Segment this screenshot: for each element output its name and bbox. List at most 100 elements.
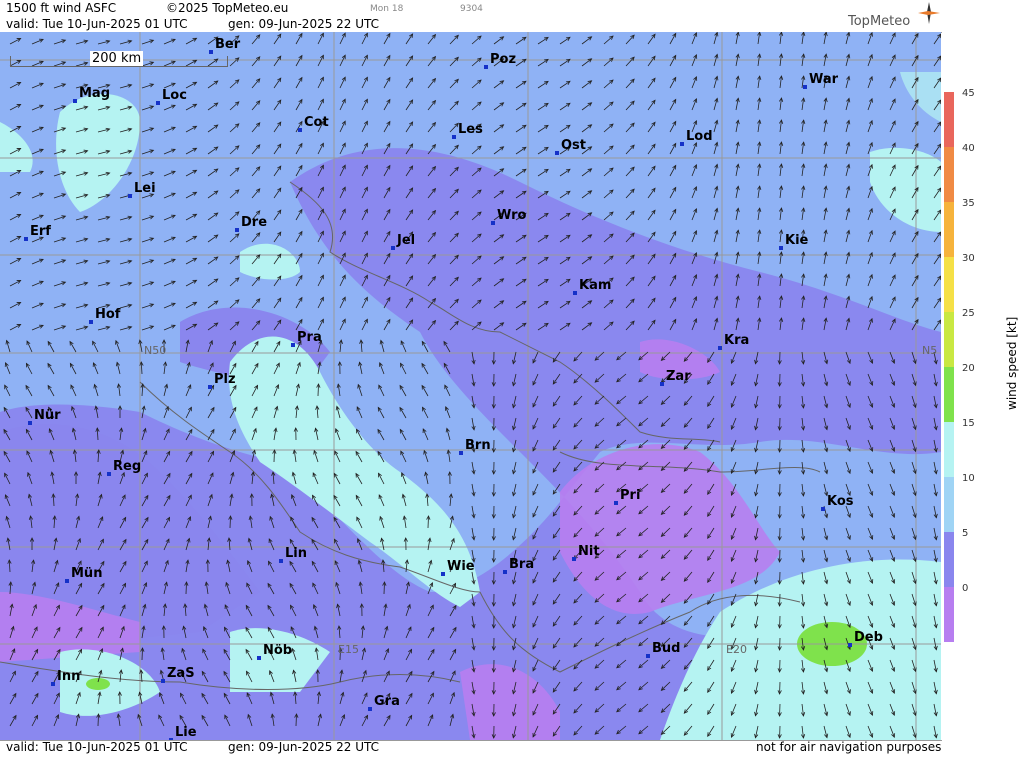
city-kra: Kra — [724, 333, 749, 348]
wind-arrow — [595, 682, 604, 690]
legend-swatch — [944, 257, 954, 312]
legend-tick-label: 20 — [962, 363, 975, 374]
wind-arrow — [639, 704, 648, 712]
wind-arrow — [595, 638, 604, 646]
disclaimer: not for air navigation purposes — [756, 740, 941, 754]
city-mun: Mün — [71, 566, 102, 581]
wind-arrow — [406, 276, 413, 286]
wind-arrow — [639, 418, 648, 426]
wind-arrow — [708, 726, 714, 736]
wind-arrow — [684, 572, 692, 581]
wind-arrow — [230, 212, 239, 220]
city-lie: Lie — [175, 725, 197, 740]
wind-arrow — [450, 211, 458, 220]
wind-arrow — [472, 322, 481, 330]
wind-arrow — [406, 56, 413, 66]
wind-arrow — [472, 212, 481, 220]
scale-bar-label: 200 km — [90, 51, 143, 66]
wind-arrow — [708, 572, 714, 582]
wind-arrow — [595, 704, 604, 712]
city-deb: Deb — [854, 630, 883, 645]
wind-arrow — [230, 300, 239, 308]
wind-arrow — [252, 145, 260, 154]
wind-arrow — [684, 682, 692, 691]
city-kos: Kos — [827, 494, 854, 509]
wind-arrow — [538, 147, 548, 154]
wind-arrow — [538, 37, 548, 44]
city-pra: Pra — [297, 330, 322, 345]
legend-title: wind speed [kt] — [1005, 250, 1019, 410]
legend-tick-label: 25 — [962, 308, 975, 319]
wind-arrow — [538, 213, 548, 220]
city-plz: Plz — [214, 372, 236, 387]
city-zar: Zar — [666, 369, 691, 384]
wind-arrow — [472, 36, 481, 44]
legend-colorbar: 454035302520151050 — [942, 0, 1033, 754]
wind-arrow — [595, 352, 604, 360]
wind-arrow — [617, 638, 626, 646]
wind-arrow — [604, 124, 613, 132]
wind-arrow — [617, 418, 626, 426]
wind-arrow — [708, 550, 714, 560]
wind-arrow — [708, 682, 714, 692]
legend-tick-label: 35 — [962, 198, 975, 209]
city-wro: Wro — [497, 208, 526, 223]
legend-tick-label: 5 — [962, 528, 968, 539]
wind-arrow — [472, 190, 481, 198]
wind-arrow — [406, 144, 413, 154]
wind-arrow — [617, 528, 626, 536]
wind-arrow — [604, 212, 613, 220]
wind-arrow — [617, 594, 626, 602]
wind-arrow — [684, 418, 692, 427]
wind-arrow — [604, 80, 613, 88]
wind-arrow — [604, 168, 613, 176]
wind-arrow — [617, 704, 626, 712]
wind-arrow — [595, 660, 604, 668]
wind-arrow — [604, 256, 613, 264]
wind-arrow — [472, 234, 481, 242]
wind-arrow — [230, 102, 239, 110]
footer-valid: valid: Tue 10-Jun-2025 01 UTC — [6, 740, 187, 754]
city-zas: ZaS — [167, 666, 195, 681]
wind-arrow — [230, 516, 231, 528]
wind-arrow — [230, 256, 239, 264]
wind-arrow — [639, 594, 648, 602]
wind-arrow — [661, 594, 670, 602]
wind-arrow — [318, 384, 319, 396]
wind-arrow — [708, 352, 714, 362]
compass-logo-icon — [918, 2, 940, 24]
wind-arrow — [708, 484, 714, 494]
wind-arrow — [574, 638, 582, 647]
wind-arrow — [626, 189, 634, 198]
wind-arrow — [617, 616, 626, 624]
city-nit: Nit — [578, 544, 600, 559]
wind-arrow — [684, 550, 692, 559]
city-lei: Lei — [134, 181, 156, 196]
city-war: War — [809, 72, 838, 87]
wind-arrow — [708, 440, 714, 450]
wind-arrow — [252, 189, 260, 198]
wind-arrow — [472, 80, 481, 88]
legend-swatch — [944, 587, 954, 642]
wind-arrow — [538, 81, 548, 88]
wind-arrow — [639, 462, 648, 470]
grid-label-n50-right: N5 — [922, 344, 937, 357]
wind-arrow — [661, 616, 670, 624]
wind-arrow — [406, 188, 413, 198]
wind-arrow — [617, 396, 626, 404]
wind-arrow — [252, 167, 260, 176]
wind-arrow — [406, 298, 413, 308]
wind-arrow — [472, 58, 481, 66]
city-pri: Pri — [620, 488, 640, 503]
wind-arrow — [406, 166, 413, 176]
wind-arrow — [708, 374, 714, 384]
wind-arrow — [252, 255, 260, 264]
wind-arrow — [595, 572, 604, 580]
city-lod: Lod — [686, 129, 713, 144]
wind-arrow — [142, 648, 143, 660]
wind-arrow — [574, 484, 582, 493]
city-inn: Inn — [57, 669, 80, 684]
wind-arrow — [406, 78, 413, 88]
wind-arrow — [574, 726, 582, 735]
wind-arrow — [684, 440, 692, 449]
